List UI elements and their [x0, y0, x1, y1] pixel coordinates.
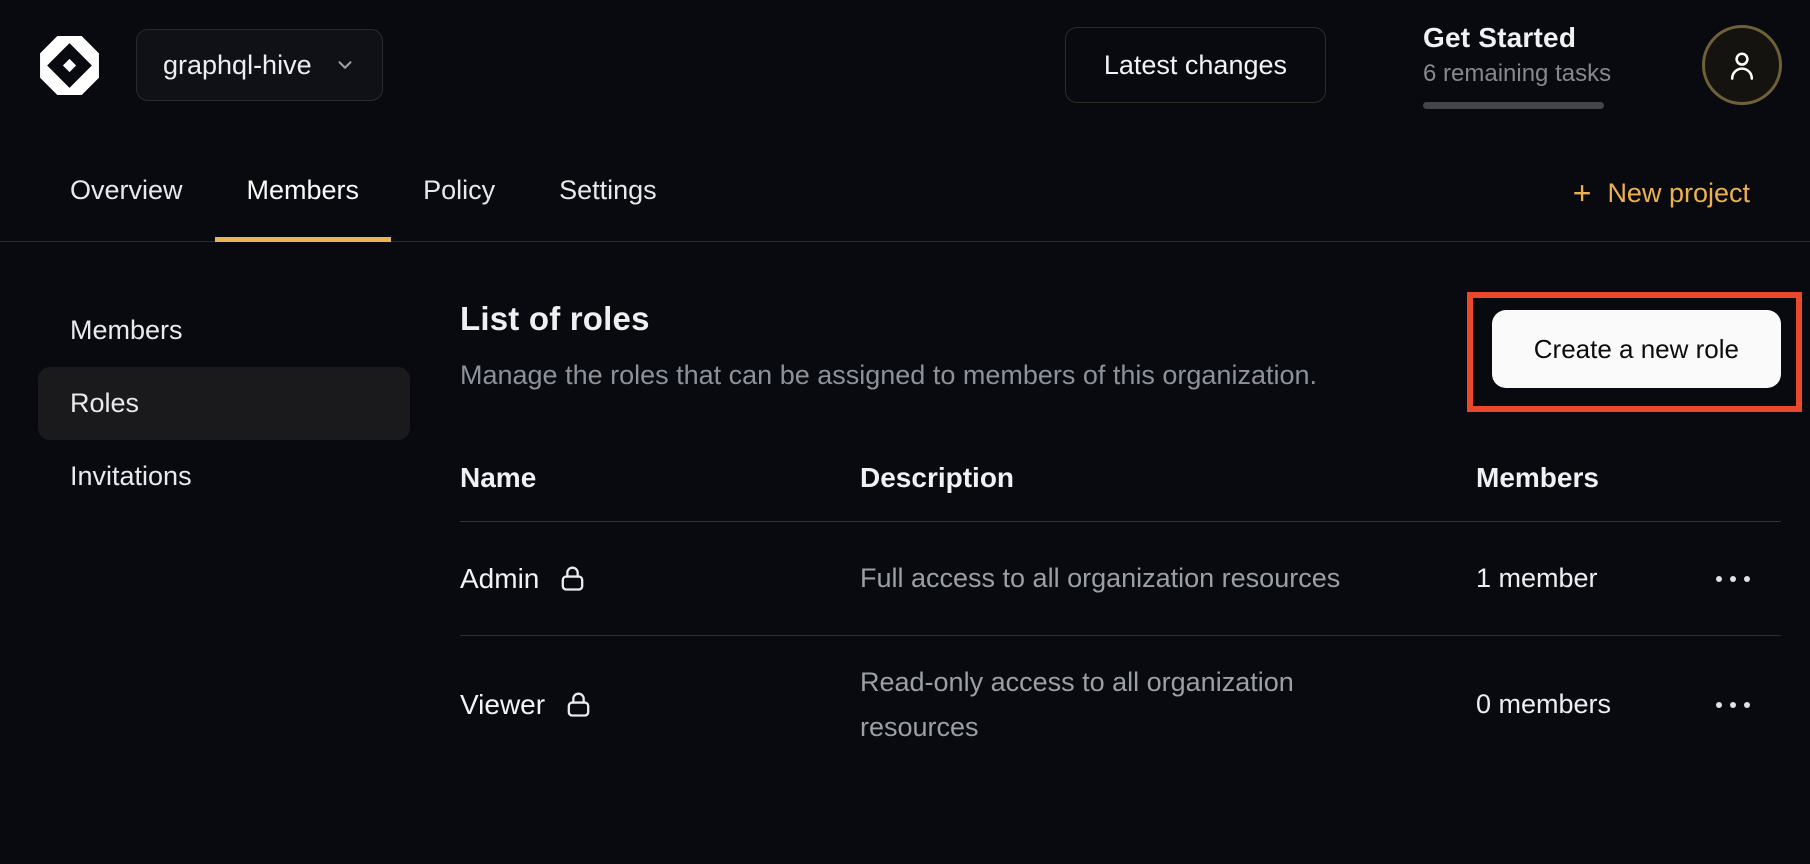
column-header-description: Description [860, 462, 1476, 494]
role-name: Viewer [460, 689, 545, 721]
org-selector[interactable]: graphql-hive [136, 29, 383, 101]
tab-overview[interactable]: Overview [38, 130, 215, 242]
latest-changes-button[interactable]: Latest changes [1065, 27, 1326, 103]
new-project-label: New project [1607, 178, 1750, 209]
role-member-count: 1 member [1476, 563, 1704, 594]
tab-members[interactable]: Members [215, 130, 392, 242]
tab-settings[interactable]: Settings [527, 130, 689, 242]
org-name: graphql-hive [163, 50, 312, 81]
roles-table: Name Description Members Admin Full acce… [460, 448, 1781, 773]
tab-bar-spacer [689, 130, 1573, 242]
get-started-subtitle: 6 remaining tasks [1423, 60, 1604, 88]
user-icon [1723, 46, 1761, 84]
top-bar: graphql-hive Latest changes Get Started … [0, 0, 1810, 242]
roles-panel: List of roles Manage the roles that can … [410, 242, 1810, 863]
column-header-members: Members [1476, 462, 1704, 494]
sidebar-item-members[interactable]: Members [38, 294, 410, 367]
page-subtitle: Manage the roles that can be assigned to… [460, 360, 1446, 391]
page-title: List of roles [460, 300, 1446, 338]
annotation-highlight: Create a new role [1467, 292, 1802, 412]
tab-policy[interactable]: Policy [391, 130, 527, 242]
create-new-role-button[interactable]: Create a new role [1492, 310, 1781, 388]
column-header-name: Name [460, 462, 860, 494]
members-sidebar: Members Roles Invitations [0, 242, 410, 863]
lock-icon [557, 563, 588, 594]
new-project-button[interactable]: + New project [1573, 130, 1750, 242]
table-row-viewer: Viewer Read-only access to all organizat… [460, 636, 1781, 773]
org-tab-bar: Overview Members Policy Settings + New p… [0, 130, 1810, 242]
role-member-count: 0 members [1476, 689, 1704, 720]
lock-icon [563, 689, 594, 720]
roles-table-header: Name Description Members [460, 448, 1781, 522]
sidebar-item-invitations[interactable]: Invitations [38, 440, 410, 513]
plus-icon: + [1573, 177, 1592, 209]
table-row-admin: Admin Full access to all organization re… [460, 522, 1781, 636]
role-description: Read-only access to all organization res… [860, 660, 1405, 749]
hive-logo-icon[interactable] [37, 33, 102, 98]
get-started-widget[interactable]: Get Started 6 remaining tasks [1423, 22, 1604, 109]
get-started-progress-bar [1423, 102, 1604, 109]
role-description: Full access to all organization resource… [860, 556, 1405, 601]
chevron-down-icon [334, 54, 356, 76]
sidebar-item-roles[interactable]: Roles [38, 367, 410, 440]
user-avatar[interactable] [1702, 25, 1782, 105]
more-options-icon[interactable] [1706, 566, 1760, 592]
role-name: Admin [460, 563, 539, 595]
more-options-icon[interactable] [1706, 692, 1760, 718]
get-started-title: Get Started [1423, 22, 1604, 54]
